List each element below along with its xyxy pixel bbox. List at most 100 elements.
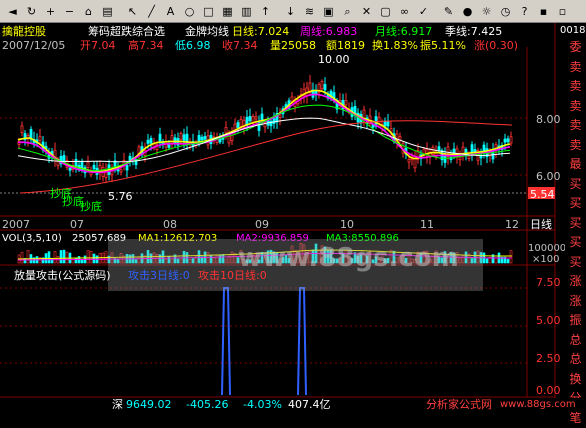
clock-icon[interactable]: ◷	[497, 3, 514, 20]
signal-icon[interactable]: ≋	[301, 3, 318, 20]
tick-icon[interactable]: ✓	[415, 3, 432, 20]
xaxis-tick-09: 09	[255, 218, 269, 231]
pencil-icon[interactable]: ✎	[440, 3, 457, 20]
volume-bar	[53, 251, 57, 264]
up-arrow-icon[interactable]: ↑	[257, 3, 274, 20]
tile-icon[interactable]: ▣	[320, 3, 337, 20]
candle-body	[506, 138, 510, 143]
sidebar-item-7[interactable]: 买①	[565, 173, 586, 211]
candle-body	[170, 135, 174, 145]
candle-body	[224, 127, 228, 134]
grid-icon[interactable]: ▦	[219, 3, 236, 20]
cursor-icon[interactable]: ↖	[124, 3, 141, 20]
sidebar-item-13[interactable]: 涨幅	[565, 290, 586, 328]
sidebar-item-5[interactable]: 卖①	[565, 134, 586, 172]
candle-body	[254, 116, 258, 120]
status-bar: 深 9649.02 -405.26 -4.03% 407.4亿 分析家公式网 w…	[0, 398, 586, 411]
bar-icon[interactable]: ▥	[238, 3, 255, 20]
period-label[interactable]: 日线	[530, 218, 552, 231]
xaxis-tick-11: 11	[420, 218, 434, 231]
volume-bar	[485, 258, 489, 264]
volume-bar	[62, 249, 66, 264]
sidebar-item-3[interactable]: 卖③	[565, 95, 586, 133]
xaxis-tick-07: 07	[70, 218, 84, 231]
candle-body	[20, 125, 24, 134]
sidebar-item-1[interactable]: 卖⑤	[565, 56, 586, 94]
window-icon[interactable]: ▢	[377, 3, 394, 20]
sidebar-item-0[interactable]: 委比	[565, 37, 586, 74]
candle-body	[344, 100, 348, 106]
expand-icon[interactable]: ▫	[554, 3, 571, 20]
down-arrow-icon[interactable]: ↓	[282, 3, 299, 20]
candle-body	[386, 121, 390, 127]
candle-body	[248, 116, 252, 122]
tab-gold-ma[interactable]: 金牌均线	[185, 25, 229, 38]
line-icon[interactable]: ╱	[143, 3, 160, 20]
tab-chip-oversold[interactable]: 筹码超跌综合选	[88, 25, 165, 38]
sidebar-item-9[interactable]: 买③	[565, 212, 586, 250]
candle-body	[509, 136, 513, 144]
rect-icon[interactable]: □	[200, 3, 217, 20]
candle-body	[74, 159, 78, 167]
volume-bar	[80, 259, 84, 264]
bar-date: 2007/12/05	[2, 39, 66, 52]
back-icon[interactable]: ◄	[4, 3, 21, 20]
ma-season-label: 季线:7.425	[445, 25, 503, 38]
ma-month-label: 月线:6.917	[375, 25, 433, 38]
sidebar-item-6[interactable]: 最新	[565, 154, 586, 191]
candle-body	[182, 134, 186, 141]
chart-icon[interactable]: ▤	[99, 3, 116, 20]
candle-body	[38, 135, 42, 141]
watermark-text: www.88gs.com	[238, 243, 459, 273]
bar-volume: 量25058	[270, 39, 316, 52]
sidebar-item-16[interactable]: 总额	[565, 349, 586, 386]
sidebar-item-4[interactable]: 卖②	[565, 115, 586, 152]
chart-canvas[interactable]	[0, 23, 586, 411]
text-icon[interactable]: A	[162, 3, 179, 20]
sidebar-item-17[interactable]: 换手	[565, 368, 586, 406]
candle-body	[203, 136, 207, 140]
candle-body	[467, 155, 471, 159]
candle-body	[146, 139, 150, 144]
indicator-title[interactable]: 放量攻击(公式源码)	[14, 269, 111, 282]
site-url[interactable]: www.88gs.com	[500, 399, 576, 411]
link-icon[interactable]: ∞	[396, 3, 413, 20]
sidebar-item-12[interactable]: 涨跌	[565, 271, 586, 308]
cross-icon[interactable]: ✕	[358, 3, 375, 20]
find-icon[interactable]: ⌕	[339, 3, 356, 20]
candle-body	[353, 105, 357, 114]
circle-icon[interactable]: ●	[459, 3, 476, 20]
zoom-out-icon[interactable]: −	[61, 3, 78, 20]
ind-axis-tick-250: 2.50	[536, 352, 561, 365]
chart-area[interactable]: 擒龍控股 筹码超跌综合选 金牌均线 日线:7.024 周线:6.983 月线:6…	[0, 23, 586, 425]
indicator-name[interactable]: 擒龍控股	[2, 25, 46, 38]
candle-body	[68, 167, 72, 171]
sidebar-item-14[interactable]: 振幅	[565, 310, 586, 347]
home-icon[interactable]: ⌂	[80, 3, 97, 20]
zoom-in-icon[interactable]: +	[42, 3, 59, 20]
volume-bar	[71, 259, 75, 264]
refresh-icon[interactable]: ↻	[23, 3, 40, 20]
xaxis-tick-2007: 2007	[2, 218, 30, 231]
bar-amount: 额1819	[326, 39, 365, 52]
sidebar-item-8[interactable]: 买②	[565, 193, 586, 230]
sidebar-item-15[interactable]: 总手	[565, 329, 586, 367]
sidebar-header: 0018	[560, 25, 586, 36]
index-amount: 407.4亿	[288, 398, 331, 411]
sidebar-item-11[interactable]: 买⑤	[565, 251, 586, 289]
bar-high: 高7.34	[128, 39, 164, 52]
site-name[interactable]: 分析家公式网	[426, 398, 492, 411]
sidebar-item-2[interactable]: 卖④	[565, 76, 586, 113]
ellipse-icon[interactable]: ○	[181, 3, 198, 20]
sun-icon[interactable]: ☼	[478, 3, 495, 20]
xaxis-tick-10: 10	[340, 218, 354, 231]
bar-change: 涨(0.30)	[474, 39, 519, 52]
index-name: 深	[112, 398, 123, 411]
bar-amplitude: 振5.11%	[420, 39, 466, 52]
shrink-icon[interactable]: ▪	[535, 3, 552, 20]
attack-3day-line: 攻击3日线:0	[128, 269, 190, 282]
bar-close: 收7.34	[222, 39, 258, 52]
help-icon[interactable]: ?	[516, 3, 533, 20]
bar-low: 低6.98	[175, 39, 211, 52]
sidebar-item-10[interactable]: 买④	[565, 232, 586, 269]
